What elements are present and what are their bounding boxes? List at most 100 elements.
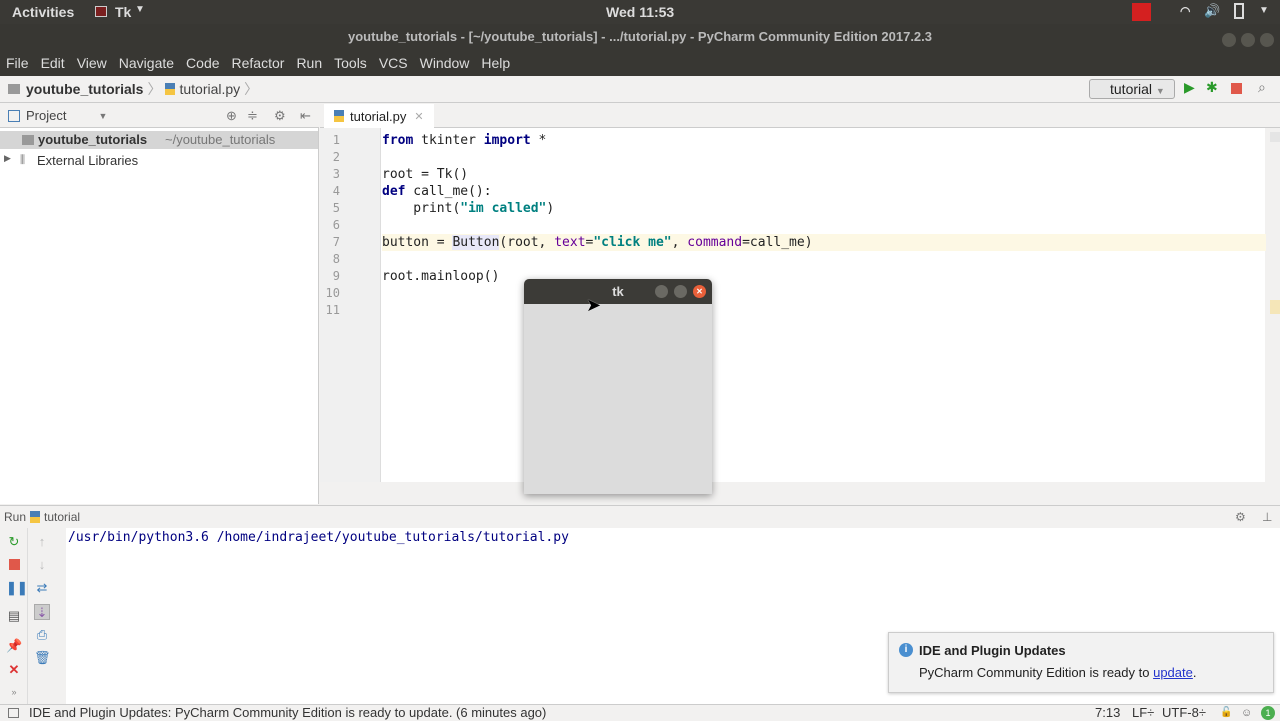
wifi-icon[interactable]: ◠ <box>1180 4 1190 18</box>
chevron-down-icon[interactable]: ▼ <box>98 111 107 121</box>
menu-run[interactable]: Run <box>296 55 322 71</box>
arrow-up-icon[interactable]: ↑ <box>34 534 50 550</box>
pause-icon[interactable]: ❚❚ <box>6 580 28 596</box>
window-title-bar: youtube_tutorials - [~/youtube_tutorials… <box>0 24 1280 50</box>
search-icon[interactable]: ⌕ <box>1258 79 1266 96</box>
system-top-bar: Activities Tk ▼ Wed 11:53 ◠ 🔊 ▼ <box>0 0 1280 24</box>
tk-title-bar[interactable]: tk ✕ <box>524 279 712 304</box>
gear-icon[interactable]: ⚙ <box>1235 510 1246 524</box>
line-number: 1 <box>332 133 340 147</box>
breadcrumb-file[interactable]: tutorial.py <box>179 81 240 97</box>
close-button[interactable]: ✕ <box>693 285 706 298</box>
code-token: "im called" <box>460 201 547 216</box>
debug-icon[interactable]: ✱ <box>1206 79 1218 96</box>
maximize-button[interactable] <box>674 285 687 298</box>
code-line[interactable] <box>382 302 1266 319</box>
menu-code[interactable]: Code <box>186 55 219 71</box>
minimize-button[interactable] <box>1222 33 1236 47</box>
menu-bar: File Edit View Navigate Code Refactor Ru… <box>0 50 1280 76</box>
menu-edit[interactable]: Edit <box>41 55 65 71</box>
code-line[interactable]: from tkinter import * <box>382 132 1266 149</box>
tk-window[interactable]: tk ✕ ➤ <box>524 279 712 494</box>
caret-position[interactable]: 7:13 <box>1095 705 1120 721</box>
project-view-select[interactable]: Project <box>26 108 66 123</box>
code-token: def <box>382 184 406 199</box>
stop-icon[interactable] <box>1231 83 1242 94</box>
notification-end: . <box>1192 665 1197 680</box>
volume-icon[interactable]: 🔊 <box>1204 3 1220 19</box>
event-log-badge[interactable]: 1 <box>1261 706 1275 720</box>
soft-wrap-icon[interactable]: ⇄ <box>34 580 50 596</box>
scroll-marker[interactable] <box>1270 300 1280 314</box>
menu-window[interactable]: Window <box>420 55 470 71</box>
lock-icon[interactable]: 🔓 <box>1220 705 1232 721</box>
rerun-icon[interactable]: ↻ <box>6 534 22 550</box>
inspector-icon[interactable]: ☺ <box>1241 705 1252 721</box>
toggle-tool-windows-icon[interactable] <box>8 708 19 718</box>
code-line[interactable] <box>382 217 1266 234</box>
line-number: 4 <box>332 184 340 198</box>
code-line[interactable]: print("im called") <box>382 200 1266 217</box>
menu-help[interactable]: Help <box>481 55 510 71</box>
arrow-down-icon[interactable]: ↓ <box>34 557 50 573</box>
close-icon[interactable]: ✕ <box>6 662 22 678</box>
run-config-tab[interactable]: tutorial <box>44 510 80 524</box>
layout-icon[interactable]: ▤ <box>6 608 22 624</box>
code-line[interactable]: button = Button(root, text="click me", c… <box>382 234 1266 251</box>
file-encoding[interactable]: UTF-8÷ <box>1162 705 1206 721</box>
inspection-indicator[interactable] <box>1270 132 1280 142</box>
code-line[interactable] <box>382 285 1266 302</box>
code-editor[interactable]: from tkinter import * root = Tk() def call… <box>381 128 1280 482</box>
update-notification[interactable]: i IDE and Plugin Updates PyCharm Communi… <box>888 632 1274 693</box>
trash-icon[interactable]: 🗑 <box>34 650 51 666</box>
run-icon[interactable]: ▶ <box>1184 79 1195 96</box>
line-separator[interactable]: LF÷ <box>1132 705 1154 721</box>
tree-item-external-libraries[interactable]: ▶ ⫼ External Libraries <box>0 152 318 170</box>
code-token: command <box>687 235 743 250</box>
menu-navigate[interactable]: Navigate <box>119 55 174 71</box>
code-line[interactable]: def call_me(): <box>382 183 1266 200</box>
record-indicator-icon[interactable] <box>1132 3 1151 21</box>
close-tab-icon[interactable]: ✕ <box>414 110 423 123</box>
run-panel-header: Run tutorial ⚙ ⊥ <box>0 505 1280 528</box>
run-config-select[interactable]: tutorial ▼ <box>1089 79 1175 99</box>
gear-icon[interactable]: ⚙ <box>274 108 286 124</box>
tree-item-root[interactable]: youtube_tutorials ~/youtube_tutorials <box>0 131 318 149</box>
more-icon[interactable]: » <box>6 684 22 700</box>
close-button[interactable] <box>1260 33 1274 47</box>
menu-file[interactable]: File <box>6 55 29 71</box>
code-line[interactable]: root.mainloop() <box>382 268 1266 285</box>
menu-refactor[interactable]: Refactor <box>232 55 285 71</box>
minimize-button[interactable] <box>655 285 668 298</box>
code-token: * <box>530 133 547 148</box>
maximize-button[interactable] <box>1241 33 1255 47</box>
tab-tutorial-py[interactable]: tutorial.py ✕ <box>324 104 434 128</box>
menu-tools[interactable]: Tools <box>334 55 367 71</box>
clock[interactable]: Wed 11:53 <box>606 4 674 20</box>
status-message[interactable]: IDE and Plugin Updates: PyCharm Communit… <box>29 705 546 721</box>
system-menu-chevron-icon[interactable]: ▼ <box>1259 5 1269 16</box>
code-line[interactable] <box>382 251 1266 268</box>
expand-arrow-icon[interactable]: ▶ <box>4 153 11 164</box>
update-link[interactable]: update <box>1153 665 1193 680</box>
menu-vcs[interactable]: VCS <box>379 55 408 71</box>
code-token: ) <box>546 201 555 216</box>
chevron-down-icon: ▼ <box>135 4 145 15</box>
hide-panel-icon[interactable]: ⇤ <box>300 108 311 124</box>
stop-icon[interactable] <box>8 559 20 570</box>
activities-button[interactable]: Activities <box>12 4 74 20</box>
tab-label: tutorial.py <box>350 108 407 124</box>
run-panel-title: Run <box>4 510 27 524</box>
breadcrumb-project[interactable]: youtube_tutorials <box>26 81 143 97</box>
hide-panel-icon[interactable]: ⊥ <box>1262 510 1272 524</box>
app-menu[interactable]: Tk <box>115 4 131 20</box>
scroll-to-end-icon[interactable]: ⇣ <box>34 604 50 620</box>
menu-view[interactable]: View <box>77 55 107 71</box>
pin-icon[interactable]: 📌 <box>6 638 22 654</box>
code-line[interactable]: root = Tk() <box>382 166 1266 183</box>
print-icon[interactable]: ⎙ <box>34 627 50 643</box>
collapse-all-icon[interactable]: ≑ <box>247 108 258 124</box>
battery-icon[interactable] <box>1234 3 1244 19</box>
code-line[interactable] <box>382 149 1266 166</box>
scroll-from-source-icon[interactable]: ⊕ <box>226 108 237 124</box>
